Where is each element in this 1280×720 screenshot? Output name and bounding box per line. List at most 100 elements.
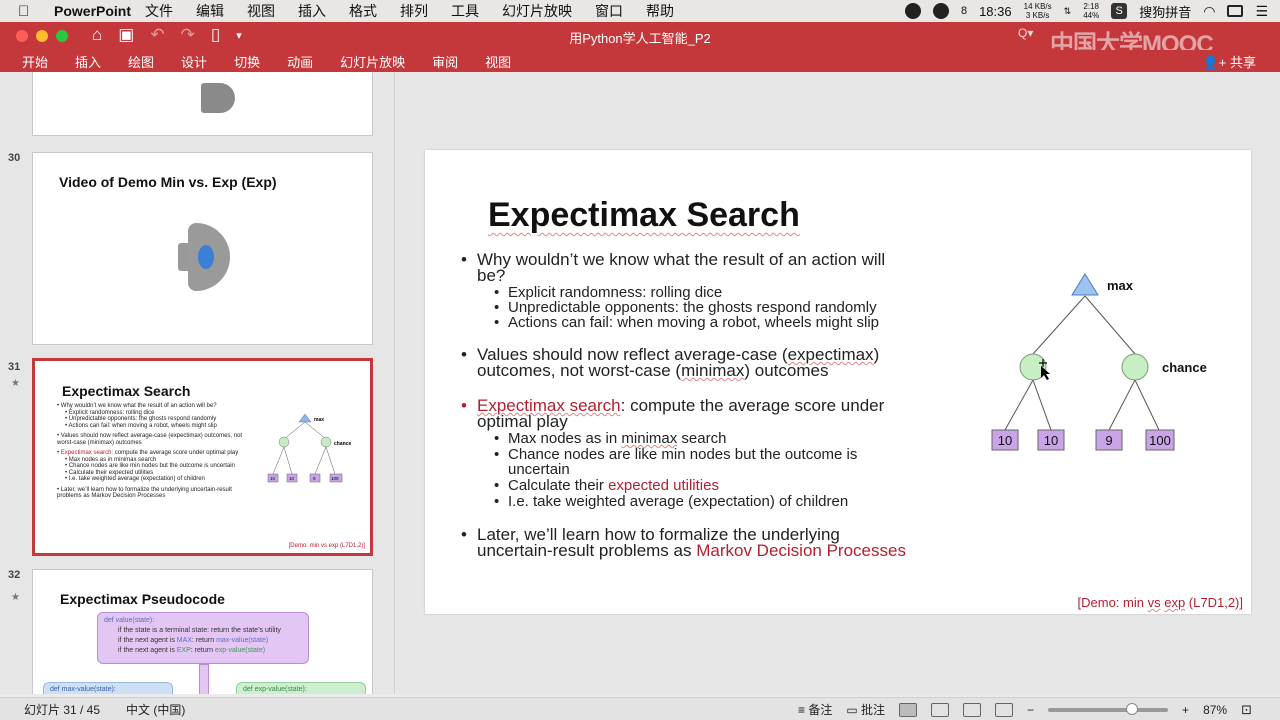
menu-format[interactable]: 格式 [349,1,377,21]
comments-button[interactable]: ▭ 批注 [846,701,885,718]
comment-icon: ▭ [846,703,858,717]
tab-slideshow[interactable]: 幻灯片放映 [340,52,405,71]
svg-text:10: 10 [289,476,295,481]
menu-arrange[interactable]: 排列 [400,1,428,21]
status-bar: 幻灯片 31 / 45 中文 (中国) ≡ 备注 ▭ 批注 − + 87% ⊡ [0,697,1280,720]
menu-view[interactable]: 视图 [247,1,275,21]
notification-badge[interactable]: 8 [961,5,967,17]
demo-reference: [Demo: min vs exp (L7D1,2)] [1077,595,1243,610]
display-icon[interactable] [1227,5,1244,17]
sub-bullet-7[interactable]: • I.e. take weighted average (expectation… [494,494,848,509]
menu-edit[interactable]: 编辑 [196,1,224,21]
sub-bullet-4[interactable]: • Max nodes as in minimax search [494,431,726,446]
svg-text:max: max [314,417,324,423]
slide-thumbnail-30[interactable]: Video of Demo Min vs. Exp (Exp) [32,152,373,345]
slide-number: 30 [8,152,21,164]
reading-view-button[interactable] [963,702,982,717]
svg-text:chance: chance [334,441,351,447]
bullet-4[interactable]: • Later, we’ll learn how to formalize the… [461,526,906,559]
window-titlebar: ⌂ ▣ ↶ ↷ ▯ ▾ 用Python学人工智能_P2 Q▾ 中国大学MOOC [0,22,1280,58]
slide-transition-star-icon: ★ [11,592,20,603]
slide-editor[interactable]: Expectimax Search • Why wouldn’t we know … [395,72,1280,694]
tab-design[interactable]: 设计 [181,52,207,71]
leaf-value: 9 [1105,433,1112,448]
slideshow-button[interactable] [995,702,1014,717]
zoom-out-button[interactable]: − [1027,703,1034,717]
thumbnail-demo-ref: [Demo: min vs exp (L7D1,2)] [288,543,365,549]
speaker-icon [201,83,235,113]
thumbnail-tree-diagram: max chance 10 10 9 100 [267,413,351,483]
zoom-in-button[interactable]: + [1182,703,1189,717]
menu-file[interactable]: 文件 [145,1,173,21]
slide-thumbnail-32[interactable]: Expectimax Pseudocode def value(state): … [32,569,373,694]
chance-label: chance [1162,360,1207,375]
bullet-3[interactable]: • Expectimax search: compute the average … [461,397,884,430]
current-slide[interactable]: Expectimax Search • Why wouldn’t we know … [425,150,1251,614]
wifi-icon[interactable]: ◠ [1203,3,1215,20]
sub-bullet-6[interactable]: • Calculate their expected utilities [494,478,719,493]
notes-button[interactable]: ≡ 备注 [798,701,832,718]
svg-text:100: 100 [331,476,339,481]
slide-number: 31 [8,361,21,373]
network-speed: 14 KB/s 3 KB/s [1023,2,1052,20]
tab-draw[interactable]: 绘图 [128,52,154,71]
bullet-2[interactable]: • Values should now reflect average-case … [461,346,879,379]
pseudocode-connector [199,664,209,694]
notes-icon: ≡ [797,703,805,717]
expectimax-tree-diagram[interactable]: max chance 10 10 9 100 [985,268,1225,458]
menu-slideshow[interactable]: 幻灯片放映 [502,1,572,21]
slide-sorter-button[interactable] [931,702,950,717]
menu-tools[interactable]: 工具 [451,1,479,21]
slide-title[interactable]: Expectimax Search [488,196,800,235]
normal-view-button[interactable] [899,702,918,717]
app-status-icon[interactable] [904,3,921,19]
sub-bullet-3[interactable]: • Actions can fail: when moving a robot, … [494,315,879,330]
menu-list-icon[interactable]: ☰ [1255,3,1268,20]
tab-review[interactable]: 审阅 [432,52,458,71]
thumbnail-title: Video of Demo Min vs. Exp (Exp) [59,174,277,190]
menu-help[interactable]: 帮助 [646,1,674,21]
zoom-slider-knob[interactable] [1126,702,1139,715]
max-label: max [1107,278,1134,293]
sogou-icon[interactable]: S [1111,3,1128,19]
leaf-value: 100 [1149,433,1171,448]
clock[interactable]: 18:36 [979,4,1012,19]
menu-window[interactable]: 窗口 [595,1,623,21]
apple-icon[interactable]:  [18,3,40,20]
language-indicator[interactable]: 中文 (中国) [126,701,185,718]
search-icon[interactable]: Q▾ [1018,26,1033,40]
tab-insert[interactable]: 插入 [75,52,101,71]
menu-insert[interactable]: 插入 [298,1,326,21]
fit-to-window-icon[interactable]: ⊡ [1241,702,1252,718]
bullet-1[interactable]: • Why wouldn’t we know what the result of… [461,251,885,284]
chance-node-right [1121,353,1149,381]
powerpoint-app:  PowerPoint 文件 编辑 视图 插入 格式 排列 工具 幻灯片放映 … [0,0,1280,720]
battery-status[interactable]: 2:18 44% [1083,2,1099,20]
max-node [1071,273,1099,296]
leaf-value: 10 [1044,433,1058,448]
share-button[interactable]: 👤+ 共享 [1203,52,1256,71]
slide-thumbnail-31[interactable]: Expectimax Search • Why wouldn’t we know… [32,358,373,556]
tab-view[interactable]: 视图 [485,52,511,71]
ime-label[interactable]: 搜狗拼音 [1139,2,1191,21]
slide-thumbnails-panel[interactable]: 30 Video of Demo Min vs. Exp (Exp) 31 ★ … [0,72,395,694]
upload-icon: ⇅ [1063,5,1072,16]
tab-home[interactable]: 开始 [22,52,48,71]
pseudocode-exp-box: def exp-value(state): [236,682,366,694]
thumbnail-content: • Why wouldn’t we know what the result o… [57,403,243,499]
tab-transitions[interactable]: 切换 [234,52,260,71]
slide-thumbnail-29[interactable] [32,72,373,136]
menubar-status-area: 8 18:36 14 KB/s 3 KB/s ⇅ 2:18 44% S 搜狗拼音 ◠… [904,0,1280,22]
sub-bullet-1[interactable]: • Explicit randomness: rolling dice [494,285,722,300]
zoom-slider[interactable] [1048,702,1169,715]
svg-text:10: 10 [270,476,276,481]
sub-bullet-5[interactable]: • Chance nodes are like min nodes but the… [494,447,857,477]
macos-menubar:  PowerPoint 文件 编辑 视图 插入 格式 排列 工具 幻灯片放映 … [0,0,1280,22]
sub-bullet-2[interactable]: • Unpredictable opponents: the ghosts res… [494,300,877,315]
thumbnail-title: Expectimax Search [62,383,191,399]
speaker-icon [176,219,236,295]
tab-animations[interactable]: 动画 [287,52,313,71]
app-menu[interactable]: PowerPoint [54,3,131,19]
zoom-level[interactable]: 87% [1203,703,1227,717]
sync-status-icon[interactable] [932,3,949,19]
